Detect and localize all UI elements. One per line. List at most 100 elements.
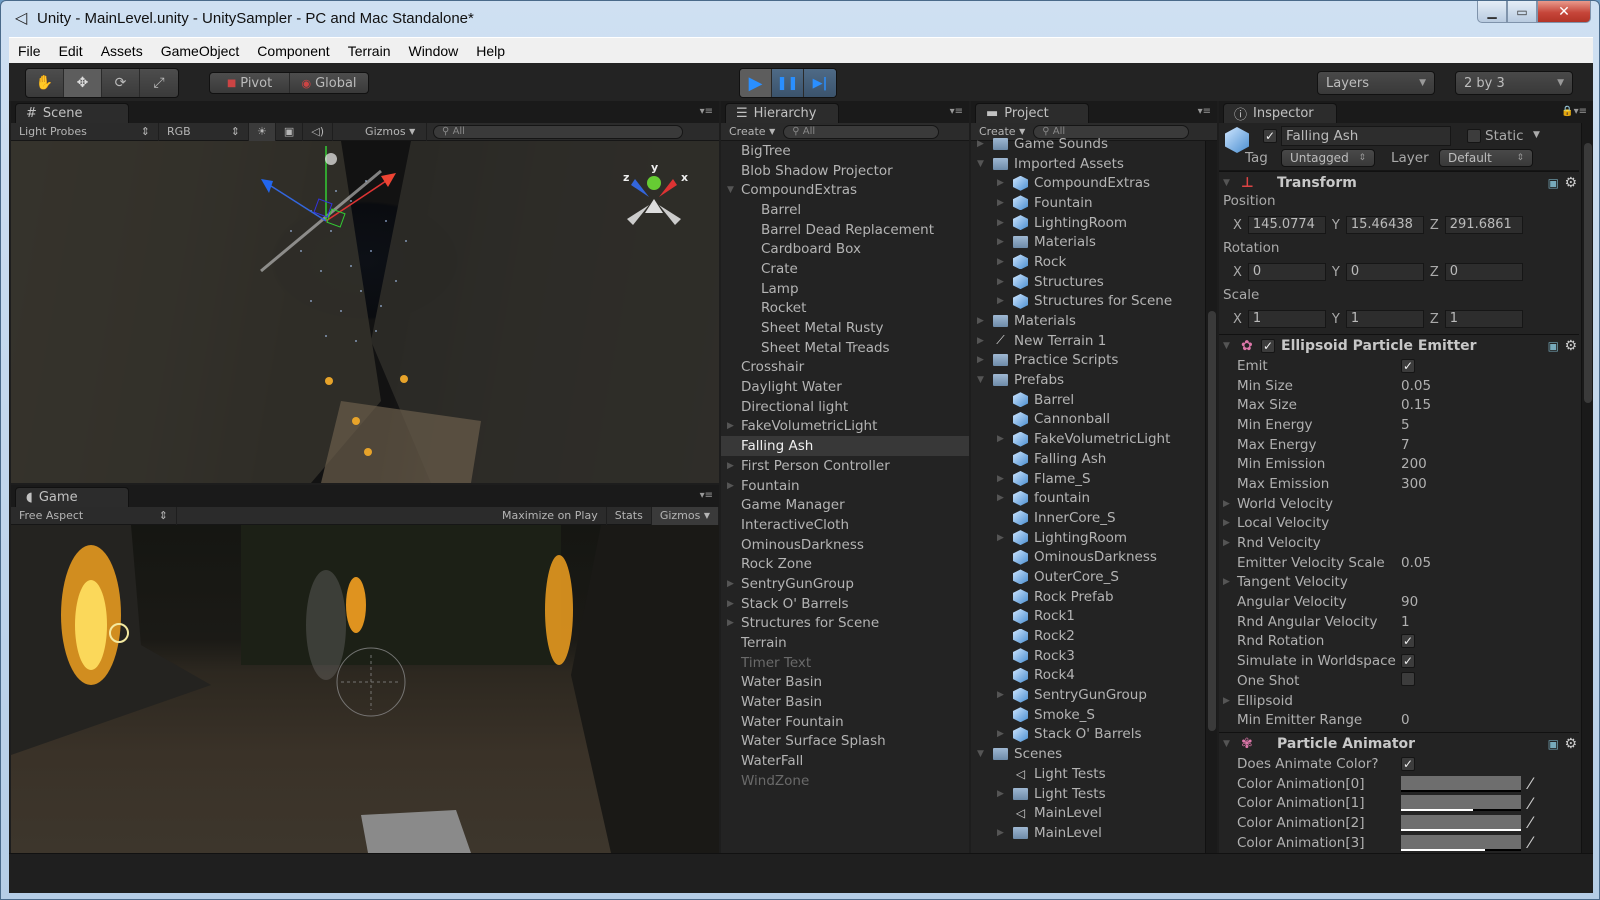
expanded-arrow-icon[interactable]: ▼	[977, 159, 984, 169]
panel-menu-icon[interactable]: ▾≡	[1198, 106, 1211, 117]
project-item[interactable]: ▶ Rock	[971, 252, 1203, 272]
hierarchy-item[interactable]: Terrain	[721, 633, 969, 653]
eyedropper-icon[interactable]: ⁄	[1529, 794, 1532, 813]
scale-y[interactable]: 1	[1345, 310, 1424, 328]
project-item[interactable]: InnerCore_S	[971, 508, 1203, 528]
help-icon[interactable]: ▣	[1548, 339, 1559, 353]
game-viewport[interactable]	[11, 525, 719, 853]
hierarchy-item[interactable]: Directional light	[721, 397, 969, 417]
property-value[interactable]: 0.05	[1401, 555, 1431, 571]
foldout-arrow-icon[interactable]: ▼	[1223, 739, 1230, 749]
hierarchy-item[interactable]: WaterFall	[721, 751, 969, 771]
project-scrollbar[interactable]	[1205, 141, 1217, 853]
collapsed-arrow-icon[interactable]: ▶	[997, 533, 1004, 543]
hierarchy-item[interactable]: Cardboard Box	[721, 239, 969, 259]
project-item[interactable]: Falling Ash	[971, 449, 1203, 469]
lock-and-menu-icon[interactable]: 🔒▾≡	[1561, 106, 1587, 117]
project-item[interactable]: ▶ Structures for Scene	[971, 292, 1203, 312]
move-tool-button[interactable]: ✥	[64, 69, 102, 97]
gear-icon[interactable]: ⚙	[1564, 338, 1577, 354]
position-z[interactable]: 291.6861	[1444, 216, 1523, 234]
project-item[interactable]: OuterCore_S	[971, 567, 1203, 587]
layout-dropdown[interactable]: 2 by 3 ▼	[1455, 71, 1573, 95]
project-item[interactable]: ▼ Prefabs	[971, 370, 1203, 390]
hierarchy-item[interactable]: InteractiveCloth	[721, 515, 969, 535]
play-button[interactable]: ▶	[740, 69, 772, 97]
color-swatch[interactable]	[1401, 775, 1521, 792]
scene-tab[interactable]: # Scene	[15, 103, 129, 123]
project-item[interactable]: OminousDarkness	[971, 547, 1203, 567]
gizmo-x-axis[interactable]	[659, 179, 677, 197]
collapsed-arrow-icon[interactable]: ▶	[997, 296, 1004, 306]
scale-tool-button[interactable]: ⤢	[140, 69, 178, 97]
property-value[interactable]: 5	[1401, 417, 1410, 433]
property-value[interactable]: ✓	[1401, 653, 1415, 669]
rotation-z[interactable]: 0	[1444, 263, 1523, 281]
render-mode-dropdown[interactable]: Light Probes ⇕	[11, 122, 159, 141]
menu-file[interactable]: File	[9, 43, 50, 59]
project-item[interactable]: ▶ FakeVolumetricLight	[971, 429, 1203, 449]
rotate-tool-button[interactable]: ⟳	[102, 69, 140, 97]
pause-button[interactable]: ❚❚	[772, 69, 804, 97]
gizmo-neg-x[interactable]	[627, 205, 649, 225]
expanded-arrow-icon[interactable]: ▼	[977, 749, 984, 759]
animator-header[interactable]: ▼ ✾ Particle Animator ▣ ⚙	[1219, 732, 1579, 754]
foldout-arrow-icon[interactable]: ▼	[1223, 341, 1230, 351]
hierarchy-item[interactable]: Game Manager	[721, 495, 969, 515]
hierarchy-item[interactable]: Water Surface Splash	[721, 732, 969, 752]
property-value[interactable]	[1401, 671, 1415, 690]
project-item[interactable]: ▶ LightingRoom	[971, 213, 1203, 233]
property-value[interactable]: 90	[1401, 594, 1418, 610]
scale-z[interactable]: 1	[1444, 310, 1523, 328]
collapsed-arrow-icon[interactable]: ▶	[997, 277, 1004, 287]
gear-icon[interactable]: ⚙	[1564, 175, 1577, 191]
expanded-arrow-icon[interactable]: ▼	[977, 375, 984, 385]
collapsed-arrow-icon[interactable]: ▶	[727, 421, 734, 431]
property-value[interactable]: 300	[1401, 476, 1427, 492]
collapsed-arrow-icon[interactable]: ▶	[997, 729, 1004, 739]
close-button[interactable]: ✕	[1537, 1, 1591, 23]
position-x[interactable]: 145.0774	[1247, 216, 1326, 234]
project-item[interactable]: ▶ Materials	[971, 311, 1203, 331]
property-value[interactable]: 0	[1401, 712, 1410, 728]
collapsed-arrow-icon[interactable]: ▶	[997, 690, 1004, 700]
gizmo-neg-z[interactable]	[659, 205, 681, 225]
audio-toggle[interactable]: ◁)	[303, 122, 334, 141]
inspector-tab[interactable]: ⓘ Inspector	[1223, 103, 1337, 123]
color-swatch[interactable]	[1401, 795, 1521, 812]
hierarchy-item[interactable]: Sheet Metal Rusty	[721, 318, 969, 338]
hierarchy-item[interactable]: Sheet Metal Treads	[721, 338, 969, 358]
panel-menu-icon[interactable]: ▾≡	[700, 490, 713, 501]
emitter-enabled-checkbox[interactable]: ✓	[1261, 338, 1275, 353]
project-item[interactable]: ▼ Imported Assets	[971, 154, 1203, 174]
project-item[interactable]: Rock3	[971, 646, 1203, 666]
color-swatch[interactable]	[1401, 815, 1521, 832]
project-item[interactable]: Rock Prefab	[971, 587, 1203, 607]
project-item[interactable]: ▶ fountain	[971, 488, 1203, 508]
project-item[interactable]: ▶ CompoundExtras	[971, 173, 1203, 193]
hierarchy-item[interactable]: Crate	[721, 259, 969, 279]
collapsed-arrow-icon[interactable]: ▶	[997, 198, 1004, 208]
collapsed-arrow-icon[interactable]: ▶	[727, 579, 734, 589]
static-checkbox[interactable]	[1467, 129, 1481, 143]
rotation-y[interactable]: 0	[1345, 263, 1424, 281]
panel-menu-icon[interactable]: ▾≡	[700, 106, 713, 117]
hierarchy-item[interactable]: WindZone	[721, 771, 969, 791]
hierarchy-item[interactable]: Crosshair	[721, 358, 969, 378]
panel-menu-icon[interactable]: ▾≡	[950, 106, 963, 117]
transform-header[interactable]: ▼ ⊥ Transform ▣ ⚙	[1219, 171, 1579, 193]
project-item[interactable]: ▶ Flame_S	[971, 469, 1203, 489]
stats-toggle[interactable]: Stats	[607, 506, 652, 525]
collapsed-arrow-icon[interactable]: ▶	[977, 336, 984, 346]
property-value[interactable]: 0.05	[1401, 378, 1431, 394]
project-item[interactable]: ▶ Light Tests	[971, 784, 1203, 804]
project-item[interactable]: ▶ SentryGunGroup	[971, 685, 1203, 705]
hierarchy-item[interactable]: OminousDarkness	[721, 535, 969, 555]
position-y[interactable]: 15.46438	[1345, 216, 1424, 234]
hierarchy-item[interactable]: ▶ SentryGunGroup	[721, 574, 969, 594]
hierarchy-item[interactable]: Rock Zone	[721, 554, 969, 574]
hierarchy-item[interactable]: Rocket	[721, 299, 969, 319]
collapsed-arrow-icon[interactable]: ▶	[997, 474, 1004, 484]
active-checkbox[interactable]: ✓	[1263, 129, 1277, 143]
maximize-button[interactable]: ▭	[1507, 1, 1537, 23]
